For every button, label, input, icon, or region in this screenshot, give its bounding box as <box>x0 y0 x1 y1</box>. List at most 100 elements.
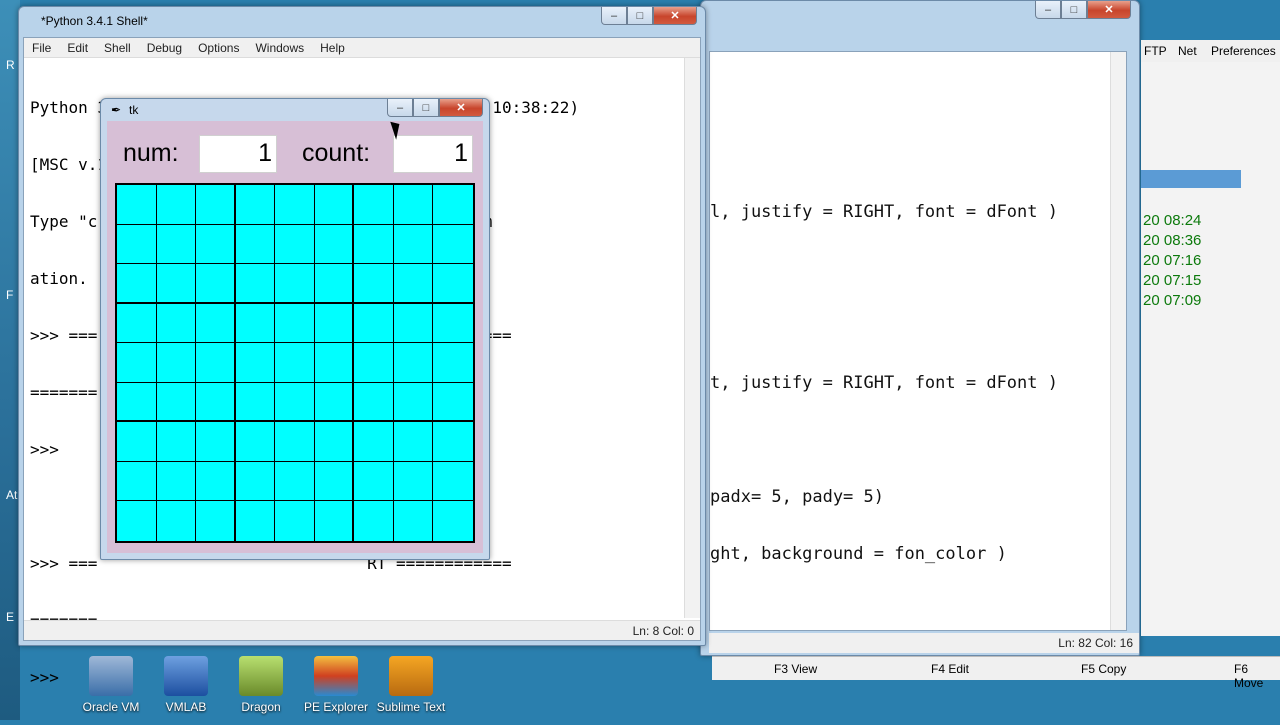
grid-cell[interactable] <box>393 264 434 304</box>
grid-cell[interactable] <box>196 343 236 383</box>
grid-cell[interactable] <box>433 343 473 383</box>
grid-cell[interactable] <box>117 185 157 225</box>
editor-area[interactable]: l, justify = RIGHT, font = dFont ) t, ju… <box>709 51 1127 631</box>
grid-cell[interactable] <box>156 461 197 502</box>
grid-cell[interactable] <box>354 422 394 462</box>
grid-cell[interactable] <box>156 264 197 304</box>
grid-cell[interactable] <box>354 264 394 304</box>
grid-cell[interactable] <box>235 224 276 265</box>
grid-cell[interactable] <box>156 343 197 383</box>
grid-cell[interactable] <box>196 185 236 225</box>
grid-cell[interactable] <box>156 382 197 423</box>
grid-cell[interactable] <box>393 185 434 225</box>
grid-cell[interactable] <box>117 343 157 383</box>
close-button[interactable]: ✕ <box>439 99 483 117</box>
grid-cell[interactable] <box>236 501 276 541</box>
grid-cell[interactable] <box>314 461 355 502</box>
num-field[interactable]: 1 <box>199 135 277 173</box>
grid-cell[interactable] <box>156 303 197 344</box>
f6-move-button[interactable]: F6 Move <box>1234 662 1280 690</box>
maximize-button[interactable]: □ <box>627 7 653 25</box>
grid-cell[interactable] <box>275 422 315 462</box>
grid-cell[interactable] <box>235 185 276 225</box>
shell-titlebar[interactable]: *Python 3.4.1 Shell* – □ ✕ <box>19 7 705 35</box>
grid-cell[interactable] <box>314 343 355 383</box>
menu-item-help[interactable]: Help <box>312 41 353 55</box>
grid-cell[interactable] <box>314 382 355 423</box>
close-button[interactable]: ✕ <box>1087 1 1131 19</box>
grid-cell[interactable] <box>117 264 157 304</box>
grid-cell[interactable] <box>275 185 315 225</box>
grid-cell[interactable] <box>433 264 473 304</box>
grid-cell[interactable] <box>275 264 315 304</box>
menu-item-file[interactable]: File <box>24 41 59 55</box>
grid-cell[interactable] <box>196 224 236 265</box>
grid-cell[interactable] <box>354 461 394 502</box>
grid-cell[interactable] <box>235 422 276 462</box>
grid-cell[interactable] <box>393 303 434 344</box>
grid-cell[interactable] <box>196 303 236 344</box>
grid-cell[interactable] <box>235 461 276 502</box>
grid-cell[interactable] <box>393 224 434 265</box>
desktop-icon-vmlab[interactable]: VMLAB <box>151 656 221 714</box>
grid-cell[interactable] <box>314 264 355 304</box>
grid-cell[interactable] <box>393 343 434 383</box>
grid-cell[interactable] <box>354 303 394 344</box>
grid-cell[interactable] <box>354 224 394 265</box>
desktop-icon-dragon[interactable]: Dragon <box>226 656 296 714</box>
grid-cell[interactable] <box>275 382 315 423</box>
grid-cell[interactable] <box>314 185 355 225</box>
grid-cell[interactable] <box>275 501 315 541</box>
grid-cell[interactable] <box>117 382 157 423</box>
count-field[interactable]: 1 <box>393 135 473 173</box>
grid-cell[interactable] <box>156 422 197 462</box>
grid-cell[interactable] <box>235 382 276 423</box>
menu-item-edit[interactable]: Edit <box>59 41 96 55</box>
grid-cell[interactable] <box>157 501 197 541</box>
menu-item-ftp[interactable]: FTP <box>1144 44 1167 58</box>
grid-cell[interactable] <box>394 501 434 541</box>
grid-cell[interactable] <box>117 224 157 265</box>
grid-cell[interactable] <box>393 422 434 462</box>
shell-scrollbar[interactable] <box>684 58 700 618</box>
grid-cell[interactable] <box>275 461 315 502</box>
grid-cell[interactable] <box>196 501 236 541</box>
grid-cell[interactable] <box>117 461 157 502</box>
grid-cell[interactable] <box>393 461 434 502</box>
grid-cell[interactable] <box>196 461 236 502</box>
f5-copy-button[interactable]: F5 Copy <box>1081 662 1126 676</box>
grid-cell[interactable] <box>433 383 473 423</box>
grid-cell[interactable] <box>433 501 473 541</box>
grid-cell[interactable] <box>433 185 473 225</box>
f4-edit-button[interactable]: F4 Edit <box>931 662 969 676</box>
minimize-button[interactable]: – <box>1035 1 1061 19</box>
grid-cell[interactable] <box>275 303 315 344</box>
menu-item-preferences[interactable]: Preferences <box>1211 44 1276 58</box>
menu-item-windows[interactable]: Windows <box>247 41 312 55</box>
close-button[interactable]: ✕ <box>653 7 697 25</box>
minimize-button[interactable]: – <box>601 7 627 25</box>
grid-cell[interactable] <box>196 382 236 423</box>
grid-cell[interactable] <box>117 422 157 462</box>
desktop-icon-pe-explorer[interactable]: PE Explorer <box>301 656 371 714</box>
cell-grid[interactable] <box>115 183 475 543</box>
grid-cell[interactable] <box>354 343 394 383</box>
grid-cell[interactable] <box>235 303 276 344</box>
grid-cell[interactable] <box>433 304 473 344</box>
grid-cell[interactable] <box>433 422 473 462</box>
tab-header[interactable] <box>1141 170 1241 188</box>
grid-cell[interactable] <box>235 343 276 383</box>
menu-item-debug[interactable]: Debug <box>139 41 190 55</box>
grid-cell[interactable] <box>354 501 394 541</box>
grid-cell[interactable] <box>196 264 236 304</box>
f3-view-button[interactable]: F3 View <box>774 662 817 676</box>
tk-titlebar[interactable]: ✒ tk – □ ✕ <box>101 99 489 121</box>
grid-cell[interactable] <box>433 462 473 502</box>
menu-item-net[interactable]: Net <box>1178 44 1197 58</box>
grid-cell[interactable] <box>314 303 355 344</box>
grid-cell[interactable] <box>117 501 157 541</box>
desktop-icon-sublime-text[interactable]: Sublime Text <box>376 656 446 714</box>
editor-scrollbar[interactable] <box>1110 52 1126 630</box>
grid-cell[interactable] <box>156 185 197 225</box>
grid-cell[interactable] <box>393 382 434 423</box>
